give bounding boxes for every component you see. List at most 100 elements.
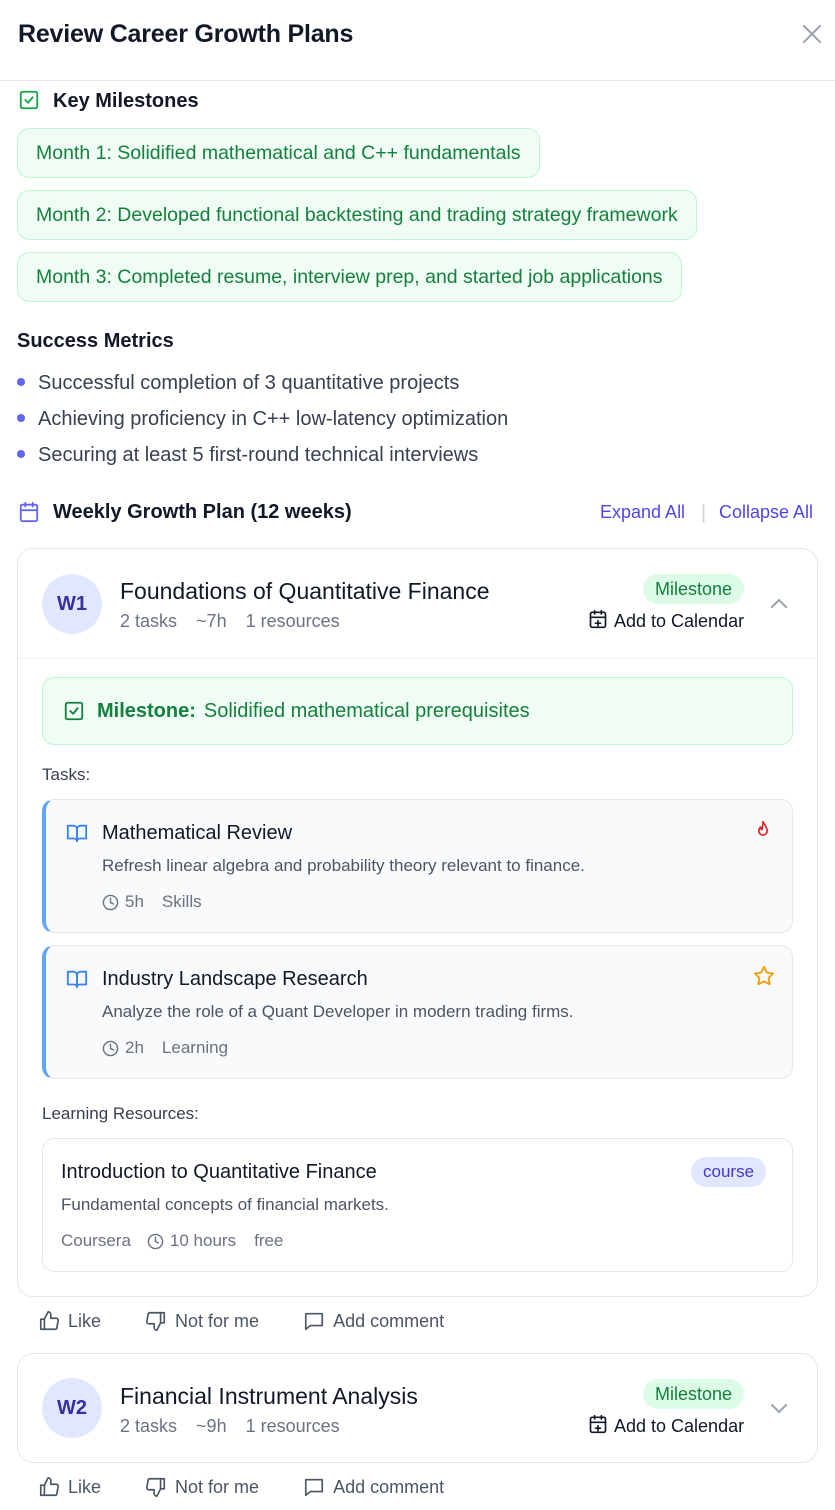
close-icon[interactable] <box>800 22 824 48</box>
like-button[interactable]: Like <box>38 1310 101 1332</box>
milestone-badge: Milestone <box>643 1379 745 1409</box>
resources-label: Learning Resources: <box>42 1104 199 1123</box>
add-to-calendar-label: Add to Calendar <box>614 1416 745 1436</box>
task-meta: 5h Skills <box>102 892 202 912</box>
task-title: Industry Landscape Research <box>102 968 368 990</box>
link-separator: | <box>701 502 707 524</box>
thumbs-up-icon <box>38 1310 68 1332</box>
week-title[interactable]: Financial Instrument Analysis <box>120 1383 418 1410</box>
add-comment-button[interactable]: Add comment <box>303 1310 444 1332</box>
check-square-icon <box>63 700 85 727</box>
week-resource-count: 1 resources <box>245 611 340 631</box>
book-open-icon <box>65 968 89 995</box>
week-meta: 2 tasks ~9h 1 resources <box>120 1416 354 1437</box>
not-for-me-button[interactable]: Not for me <box>145 1476 259 1498</box>
week-badge: W2 <box>42 1378 102 1438</box>
week-milestone: Milestone: Solidified mathematical prereq… <box>42 677 793 745</box>
milestone-pill: Month 3: Completed resume, interview pre… <box>17 252 682 302</box>
task-meta: 2h Learning <box>102 1038 228 1058</box>
task-card[interactable]: Mathematical Review Refresh linear algeb… <box>42 799 793 933</box>
key-milestones-heading: Key Milestones <box>53 90 199 112</box>
metric-item: Successful completion of 3 quantitative … <box>17 372 459 395</box>
resource-meta: Coursera 10 hours free <box>61 1231 283 1251</box>
like-button[interactable]: Like <box>38 1476 101 1498</box>
add-comment-label: Add comment <box>333 1310 445 1331</box>
resource-title: Introduction to Quantitative Finance <box>61 1161 377 1183</box>
metric-text: Achieving proficiency in C++ low-latency… <box>38 408 509 430</box>
chevron-up-icon[interactable] <box>767 592 791 616</box>
task-description: Analyze the role of a Quant Developer in… <box>102 1002 574 1021</box>
calendar-icon <box>18 500 40 529</box>
task-category: Skills <box>161 892 202 911</box>
clock-icon <box>102 1040 119 1057</box>
tasks-label: Tasks: <box>42 765 91 784</box>
task-duration: 2h <box>125 1038 144 1057</box>
task-category: Learning <box>161 1038 229 1057</box>
resource-duration: 10 hours <box>169 1231 237 1250</box>
check-square-icon <box>18 89 40 116</box>
week-badge: W1 <box>42 574 102 634</box>
add-comment-label: Add comment <box>333 1476 445 1497</box>
chevron-down-icon[interactable] <box>767 1396 791 1420</box>
week-hours: ~9h <box>196 1416 227 1436</box>
week-title[interactable]: Foundations of Quantitative Finance <box>120 578 490 605</box>
add-to-calendar-button[interactable]: Add to Calendar <box>588 1414 744 1439</box>
week-resource-count: 1 resources <box>245 1416 340 1436</box>
task-duration: 5h <box>125 892 144 911</box>
resource-type-badge: course <box>691 1157 767 1187</box>
star-icon <box>753 965 775 992</box>
thumbs-down-icon <box>145 1476 175 1498</box>
comment-icon <box>303 1310 333 1332</box>
week-hours: ~7h <box>196 611 227 631</box>
weekly-plan-heading: Weekly Growth Plan (12 weeks) <box>53 501 352 523</box>
resource-description: Fundamental concepts of financial market… <box>61 1195 389 1214</box>
week-task-count: 2 tasks <box>120 611 178 631</box>
collapse-all-button[interactable]: Collapse All <box>719 502 813 523</box>
milestone-pill: Month 2: Developed functional backtestin… <box>17 190 697 240</box>
add-to-calendar-button[interactable]: Add to Calendar <box>588 609 744 634</box>
week-meta: 2 tasks ~7h 1 resources <box>120 611 354 632</box>
flame-icon <box>753 819 773 846</box>
not-for-me-label: Not for me <box>175 1476 260 1497</box>
like-label: Like <box>68 1476 102 1497</box>
week-milestone-text: Milestone: Solidified mathematical prereq… <box>97 700 530 723</box>
add-to-calendar-label: Add to Calendar <box>614 611 745 631</box>
task-card[interactable]: Industry Landscape Research Analyze the … <box>42 945 793 1079</box>
like-label: Like <box>68 1310 102 1331</box>
metric-text: Successful completion of 3 quantitative … <box>38 372 460 394</box>
week-milestone-label: Milestone: <box>97 700 196 722</box>
feedback-actions: Like Not for me Add comment <box>38 1476 488 1498</box>
resource-card[interactable]: Introduction to Quantitative Finance Fun… <box>42 1138 793 1272</box>
week-card: W1 Foundations of Quantitative Finance 2… <box>17 548 818 1297</box>
bullet-dot <box>17 449 25 458</box>
success-metrics-heading: Success Metrics <box>17 330 174 352</box>
resource-cost: free <box>254 1231 284 1250</box>
book-open-icon <box>65 822 89 849</box>
milestone-badge: Milestone <box>643 574 745 604</box>
task-title: Mathematical Review <box>102 822 293 844</box>
week-task-count: 2 tasks <box>120 1416 178 1436</box>
metric-text: Securing at least 5 first-round technica… <box>38 444 479 466</box>
milestone-pill: Month 1: Solidified mathematical and C++… <box>17 128 540 178</box>
modal-title: Review Career Growth Plans <box>18 20 354 48</box>
expand-all-button[interactable]: Expand All <box>600 502 685 523</box>
clock-icon <box>102 894 119 911</box>
week-card: W2 Financial Instrument Analysis 2 tasks… <box>17 1353 818 1463</box>
thumbs-down-icon <box>145 1310 175 1332</box>
bullet-dot <box>17 413 25 422</box>
card-divider <box>18 658 817 659</box>
clock-icon <box>147 1233 164 1250</box>
task-description: Refresh linear algebra and probability t… <box>102 856 585 875</box>
resource-provider: Coursera <box>61 1231 131 1250</box>
modal-header: Review Career Growth Plans <box>0 0 835 81</box>
feedback-actions: Like Not for me Add comment <box>38 1310 488 1332</box>
calendar-plus-icon <box>588 1414 614 1439</box>
bullet-dot <box>17 377 25 386</box>
metric-item: Securing at least 5 first-round technica… <box>17 444 478 467</box>
not-for-me-button[interactable]: Not for me <box>145 1310 259 1332</box>
calendar-plus-icon <box>588 609 614 634</box>
comment-icon <box>303 1476 333 1498</box>
add-comment-button[interactable]: Add comment <box>303 1476 444 1498</box>
thumbs-up-icon <box>38 1476 68 1498</box>
week-milestone-value: Solidified mathematical prerequisites <box>203 700 530 722</box>
